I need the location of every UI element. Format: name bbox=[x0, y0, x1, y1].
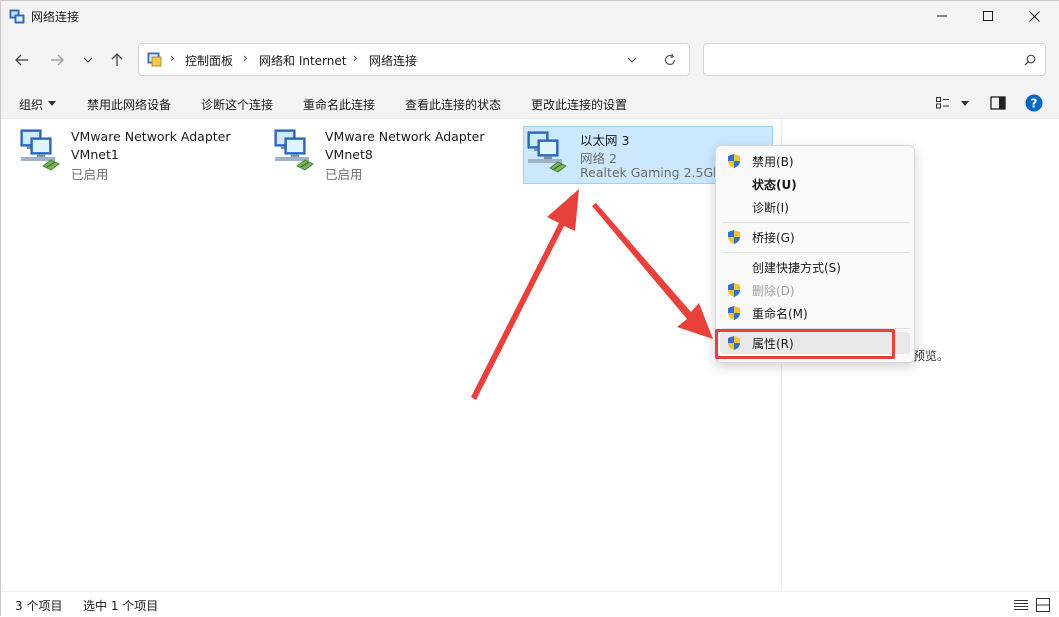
refresh-icon[interactable] bbox=[663, 53, 677, 67]
title-bar: 网络连接 bbox=[1, 1, 1059, 31]
close-button[interactable] bbox=[1011, 1, 1057, 31]
forward-button[interactable] bbox=[45, 50, 69, 70]
minimize-button[interactable] bbox=[919, 1, 965, 31]
svg-text:?: ? bbox=[1031, 97, 1038, 111]
maximize-icon bbox=[983, 11, 993, 21]
selection-count: 选中 1 个项目 bbox=[83, 599, 159, 613]
breadcrumb-separator: › bbox=[170, 51, 175, 65]
connections-list: VMware Network Adapter VMnet1 已启用 VMware… bbox=[1, 119, 781, 591]
uac-shield-icon bbox=[728, 154, 740, 168]
item-name: VMware Network Adapter bbox=[71, 129, 231, 144]
chevron-down-icon[interactable] bbox=[627, 57, 637, 63]
status-bar: 3 个项目 选中 1 个项目 bbox=[1, 591, 1059, 617]
network-adapter-icon bbox=[274, 129, 314, 171]
item-name: 以太网 3 bbox=[580, 133, 630, 148]
item-name: VMware Network Adapter bbox=[325, 129, 485, 144]
close-icon bbox=[1028, 10, 1040, 22]
menu-item-label: 删除(D) bbox=[752, 284, 795, 298]
menu-item-label: 诊断(I) bbox=[752, 201, 789, 215]
details-view-icon[interactable] bbox=[1014, 599, 1028, 611]
network-adapter-icon bbox=[527, 131, 567, 173]
search-icon bbox=[1024, 54, 1036, 66]
network-connections-icon bbox=[9, 9, 25, 24]
chevron-down-icon bbox=[83, 57, 93, 63]
view-options-icon[interactable] bbox=[936, 97, 950, 109]
address-bar[interactable]: › 控制面板 › 网络和 Internet › 网络连接 bbox=[138, 43, 690, 76]
preview-pane-message: 预览。 bbox=[913, 349, 950, 363]
list-item[interactable]: VMware Network Adapter VMnet1 已启用 bbox=[19, 126, 269, 184]
arrow-left-icon bbox=[15, 54, 28, 66]
control-panel-icon bbox=[147, 52, 162, 67]
uac-shield-icon bbox=[728, 283, 740, 297]
menu-item-label: 桥接(G) bbox=[752, 231, 795, 245]
disable-device-button[interactable]: 禁用此网络设备 bbox=[87, 96, 171, 113]
breadcrumb-network-internet[interactable]: 网络和 Internet bbox=[259, 52, 346, 69]
window-title: 网络连接 bbox=[31, 10, 80, 24]
uac-shield-icon bbox=[728, 230, 740, 244]
large-icons-view-icon[interactable] bbox=[1036, 598, 1050, 612]
uac-shield-icon bbox=[728, 306, 740, 320]
menu-item-label: 状态(U) bbox=[752, 178, 797, 192]
annotation-highlight-box bbox=[715, 329, 895, 359]
arrow-right-icon bbox=[51, 54, 64, 66]
diagnose-button[interactable]: 诊断这个连接 bbox=[201, 96, 273, 113]
organize-label: 组织 bbox=[19, 98, 44, 112]
menu-item-delete: 删除(D) bbox=[716, 279, 914, 301]
item-device: VMnet1 bbox=[71, 147, 119, 162]
preview-pane-icon[interactable] bbox=[990, 96, 1006, 110]
minimize-icon bbox=[937, 15, 947, 17]
explorer-window: 网络连接 › 控制面板 › 网络和 Internet › 网络连接 组织 禁用此… bbox=[0, 0, 1059, 617]
up-button[interactable] bbox=[105, 50, 129, 70]
breadcrumb-separator: › bbox=[353, 51, 358, 65]
rename-button[interactable]: 重命名此连接 bbox=[303, 96, 375, 113]
menu-item-label: 禁用(B) bbox=[752, 155, 794, 169]
arrow-up-icon bbox=[111, 53, 123, 66]
menu-item-disable[interactable]: 禁用(B) bbox=[716, 150, 914, 172]
list-item[interactable]: VMware Network Adapter VMnet8 已启用 bbox=[273, 126, 523, 184]
menu-item-diagnose[interactable]: 诊断(I) bbox=[716, 196, 914, 218]
search-input[interactable] bbox=[703, 43, 1046, 76]
menu-item-label: 创建快捷方式(S) bbox=[752, 261, 841, 275]
view-status-button[interactable]: 查看此连接的状态 bbox=[405, 96, 501, 113]
item-device: VMnet8 bbox=[325, 147, 373, 162]
recent-locations-button[interactable] bbox=[76, 50, 100, 70]
maximize-button[interactable] bbox=[965, 1, 1011, 31]
breadcrumb-separator: › bbox=[243, 51, 248, 65]
item-count: 3 个项目 bbox=[15, 599, 63, 613]
item-device: Realtek Gaming 2.5GbE bbox=[580, 165, 729, 180]
menu-separator bbox=[722, 252, 910, 253]
menu-item-create-shortcut[interactable]: 创建快捷方式(S) bbox=[716, 256, 914, 278]
navigation-bar: › 控制面板 › 网络和 Internet › 网络连接 bbox=[1, 31, 1059, 89]
item-status: 已启用 bbox=[71, 167, 109, 182]
help-icon[interactable]: ? bbox=[1025, 94, 1043, 112]
command-bar: 组织 禁用此网络设备 诊断这个连接 重命名此连接 查看此连接的状态 更改此连接的… bbox=[1, 89, 1059, 119]
menu-item-status[interactable]: 状态(U) bbox=[716, 173, 914, 195]
breadcrumb-network-connections[interactable]: 网络连接 bbox=[369, 52, 417, 69]
menu-item-label: 重命名(M) bbox=[752, 307, 808, 321]
menu-item-rename[interactable]: 重命名(M) bbox=[716, 302, 914, 324]
menu-item-bridge[interactable]: 桥接(G) bbox=[716, 226, 914, 248]
organize-menu[interactable]: 组织 bbox=[19, 96, 43, 113]
caret-down-icon bbox=[48, 101, 56, 106]
item-status: 已启用 bbox=[325, 167, 363, 182]
back-button[interactable] bbox=[10, 50, 34, 70]
caret-down-icon[interactable] bbox=[961, 101, 969, 106]
change-settings-button[interactable]: 更改此连接的设置 bbox=[531, 96, 627, 113]
breadcrumb-control-panel[interactable]: 控制面板 bbox=[185, 52, 233, 69]
menu-separator bbox=[722, 222, 910, 223]
network-adapter-icon bbox=[20, 129, 60, 171]
